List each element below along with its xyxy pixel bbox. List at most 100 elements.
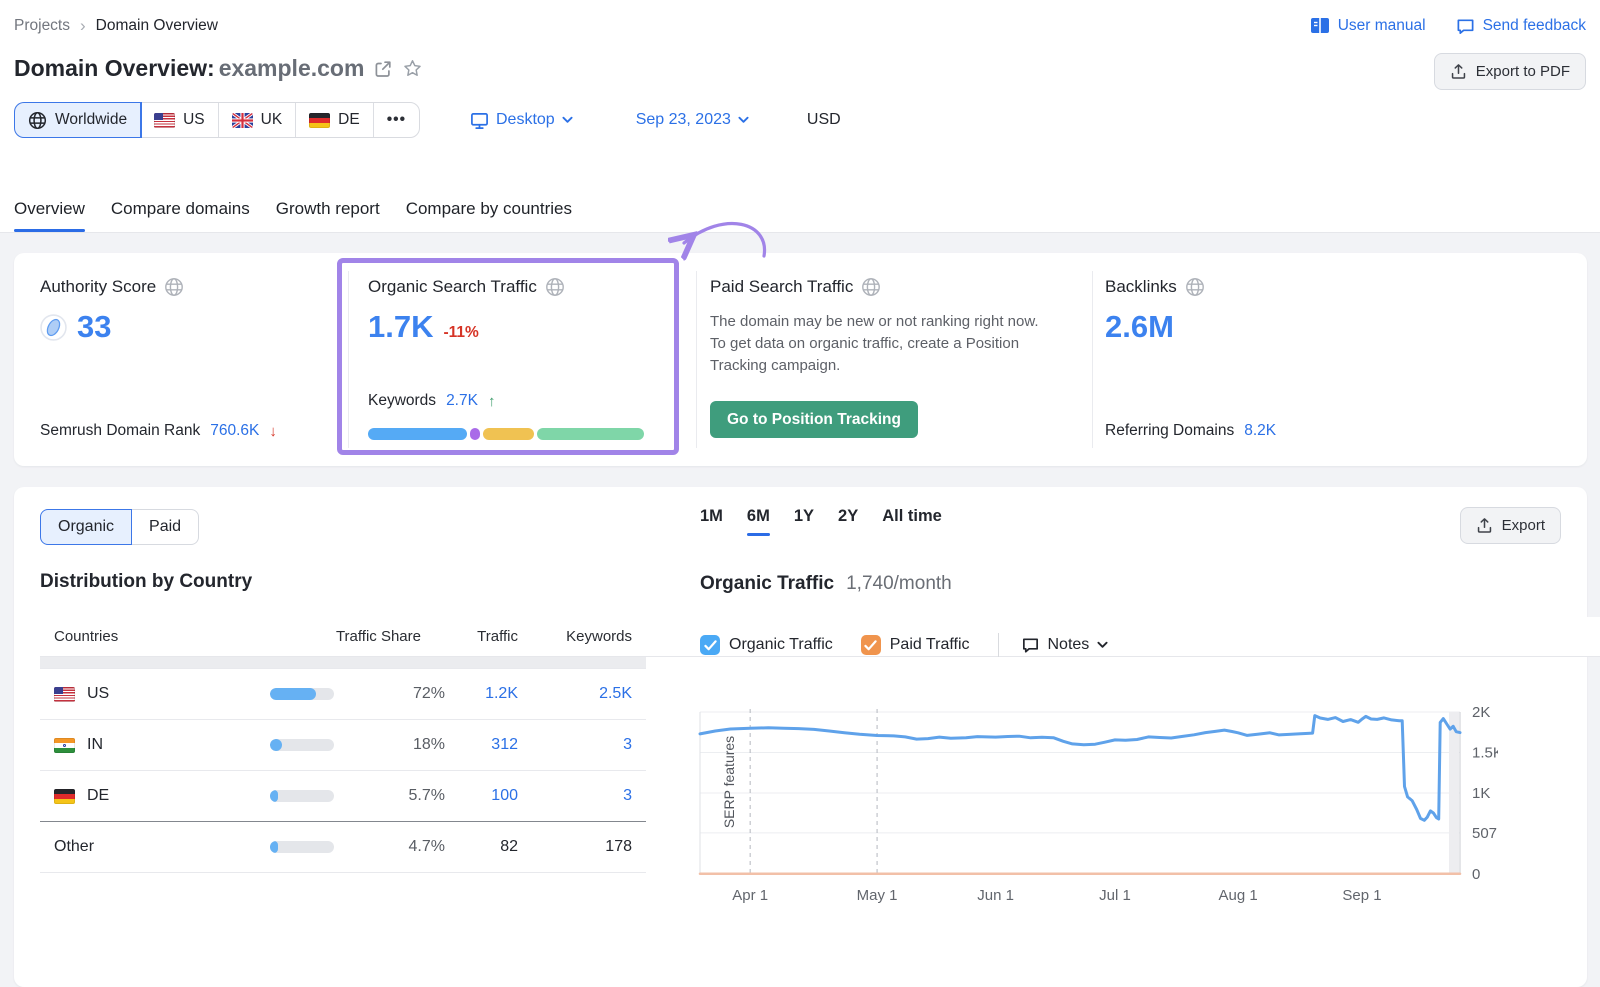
header: Projects › Domain Overview User manual S… (0, 0, 1600, 233)
legend-paid-traffic[interactable]: Paid Traffic (861, 635, 970, 655)
export-to-pdf-button[interactable]: Export to PDF (1434, 53, 1586, 90)
range-1m[interactable]: 1M (700, 507, 723, 536)
notes-bubble-icon (1021, 636, 1040, 655)
traffic-share-bar (270, 790, 334, 802)
chart-legend: Organic Traffic Paid Traffic Notes (700, 633, 1108, 657)
traffic-share-value: 4.7% (334, 838, 445, 856)
breadcrumb-projects[interactable]: Projects (14, 17, 70, 35)
svg-text:Jun 1: Jun 1 (977, 887, 1014, 904)
range-1y[interactable]: 1Y (794, 507, 814, 536)
keywords-value[interactable]: 3 (518, 787, 632, 805)
flag-us-icon (54, 687, 75, 702)
intent-segment-informational (368, 428, 467, 440)
country-row-other[interactable]: Other4.7%82178 (40, 821, 646, 873)
globe-info-icon[interactable] (1185, 277, 1205, 297)
traffic-share-bar (270, 688, 334, 700)
keywords-value[interactable]: 2.5K (518, 685, 632, 703)
paid-traffic-card: Paid Search Traffic The domain may be ne… (710, 277, 1070, 444)
traffic-value[interactable]: 312 (445, 736, 518, 754)
user-manual-link[interactable]: User manual (1310, 17, 1426, 35)
organic-traffic-value: 1.7K (368, 309, 433, 345)
organic-paid-toggle: OrganicPaid (40, 509, 199, 545)
date-selector[interactable]: Sep 23, 2023 (636, 111, 749, 129)
location-chip-group: Worldwide US UKDE ••• (14, 102, 420, 138)
location-chip-uk[interactable]: UK (219, 103, 297, 137)
domain-rank-value[interactable]: 760.6K (210, 422, 259, 440)
range-all-time[interactable]: All time (882, 507, 942, 536)
currency-label: USD (807, 111, 841, 129)
globe-info-icon[interactable] (164, 277, 184, 297)
country-name: IN (40, 736, 270, 754)
authority-score-title: Authority Score (40, 277, 156, 297)
flag-de-icon (309, 113, 330, 128)
paid-traffic-title: Paid Search Traffic (710, 277, 853, 297)
country-name: DE (40, 787, 270, 805)
svg-text:SERP features: SERP features (721, 736, 737, 828)
svg-text:1K: 1K (1472, 785, 1490, 802)
legend-organic-traffic[interactable]: Organic Traffic (700, 635, 833, 655)
traffic-share-value: 18% (334, 736, 445, 754)
country-row-in[interactable]: IN 18%3123 (40, 719, 646, 770)
upload-icon (1450, 63, 1467, 80)
location-chip-label: ••• (387, 111, 406, 129)
breadcrumb-current: Domain Overview (96, 17, 218, 35)
toggle-organic[interactable]: Organic (40, 509, 132, 545)
checkbox-checked-icon[interactable] (700, 635, 720, 655)
range-6m[interactable]: 6M (747, 507, 770, 536)
location-chip-worldwide[interactable]: Worldwide (15, 103, 141, 137)
legend-label: Organic Traffic (729, 636, 833, 654)
export-button[interactable]: Export (1460, 507, 1561, 544)
notes-dropdown[interactable]: Notes (1021, 636, 1109, 655)
globe-info-icon[interactable] (545, 277, 565, 297)
flag-us-icon (154, 113, 175, 128)
divider (1092, 271, 1093, 448)
toggle-paid[interactable]: Paid (132, 509, 199, 545)
checkbox-checked-icon[interactable] (861, 635, 881, 655)
svg-text:Sep 1: Sep 1 (1342, 887, 1381, 904)
traffic-share-value: 72% (334, 685, 445, 703)
keywords-value: 178 (518, 838, 632, 856)
location-chip-more[interactable]: ••• (374, 103, 419, 137)
location-chip-de[interactable]: DE (296, 103, 374, 137)
location-chip-label: US (183, 111, 205, 129)
position-tracking-button[interactable]: Go to Position Tracking (710, 401, 918, 438)
intent-segment-transactional (537, 428, 644, 440)
organic-traffic-chart[interactable]: 2K1.5K1K5070SERP featuresApr 1May 1Jun 1… (698, 696, 1508, 926)
traffic-value[interactable]: 100 (445, 787, 518, 805)
tab-overview[interactable]: Overview (14, 199, 85, 232)
globe-info-icon[interactable] (861, 277, 881, 297)
referring-domains-value[interactable]: 8.2K (1244, 422, 1276, 440)
country-table: Countries Traffic Share Traffic Keywords… (40, 617, 646, 873)
tab-compare-by-countries[interactable]: Compare by countries (406, 199, 572, 232)
backlinks-card: Backlinks 2.6M Referring Domains 8.2K (1105, 277, 1525, 444)
keywords-value[interactable]: 2.7K (446, 392, 478, 410)
favorite-star-icon[interactable] (402, 58, 423, 79)
traffic-value[interactable]: 1.2K (445, 685, 518, 703)
traffic-distribution-panel: OrganicPaid Distribution by Country Coun… (14, 487, 1587, 987)
col-keywords: Keywords (518, 628, 632, 645)
divider (348, 271, 349, 448)
authority-score-icon (40, 314, 67, 341)
tab-growth-report[interactable]: Growth report (276, 199, 380, 232)
flag-in-icon (54, 738, 75, 753)
distribution-title: Distribution by Country (40, 571, 252, 593)
traffic-share-value: 5.7% (334, 787, 445, 805)
send-feedback-link[interactable]: Send feedback (1456, 17, 1586, 36)
location-chip-us[interactable]: US (141, 103, 219, 137)
external-link-icon[interactable] (373, 59, 393, 79)
device-selector[interactable]: Desktop (470, 111, 573, 130)
svg-text:1.5K: 1.5K (1472, 745, 1498, 762)
traffic-share-bar (270, 739, 334, 751)
col-traffic: Traffic (445, 628, 518, 645)
organic-traffic-chart-subtitle: 1,740/month (846, 573, 952, 595)
time-range-tabs: 1M 6M 1Y 2Y All time (700, 507, 942, 536)
col-countries: Countries (40, 628, 270, 645)
svg-text:507: 507 (1472, 825, 1497, 842)
send-feedback-label: Send feedback (1483, 17, 1586, 35)
keywords-value[interactable]: 3 (518, 736, 632, 754)
country-row-de[interactable]: DE 5.7%1003 (40, 770, 646, 821)
tab-compare-domains[interactable]: Compare domains (111, 199, 250, 232)
range-2y[interactable]: 2Y (838, 507, 858, 536)
country-row-us[interactable]: US72%1.2K2.5K (40, 668, 646, 719)
device-label: Desktop (496, 111, 555, 129)
